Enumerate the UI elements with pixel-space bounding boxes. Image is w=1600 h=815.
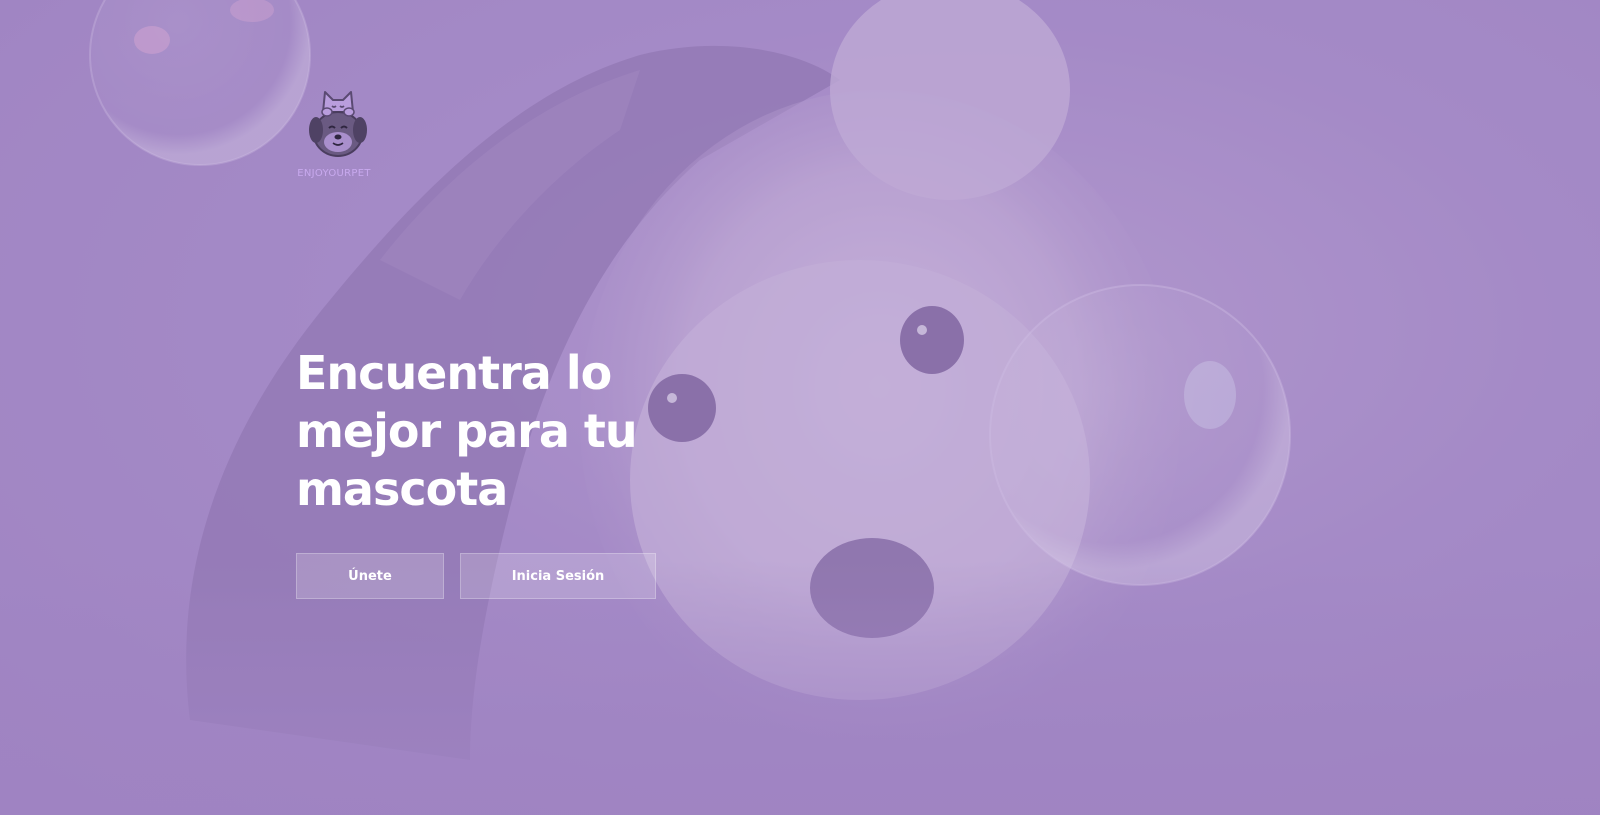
hero-section: ENJOYOURPET Encuentra lo mejor para tu m… [0,0,1600,815]
color-overlay [0,0,1600,815]
brand-logo[interactable]: ENJOYOURPET [297,86,378,179]
cat-dog-logo-icon [309,91,367,157]
hero-actions: Únete Inicia Sesión [296,553,656,599]
login-button[interactable]: Inicia Sesión [460,553,656,599]
join-button[interactable]: Únete [296,553,444,599]
brand-name: ENJOYOURPET [297,168,371,179]
hero-headline: Encuentra lo mejor para tu mascota [296,346,638,516]
